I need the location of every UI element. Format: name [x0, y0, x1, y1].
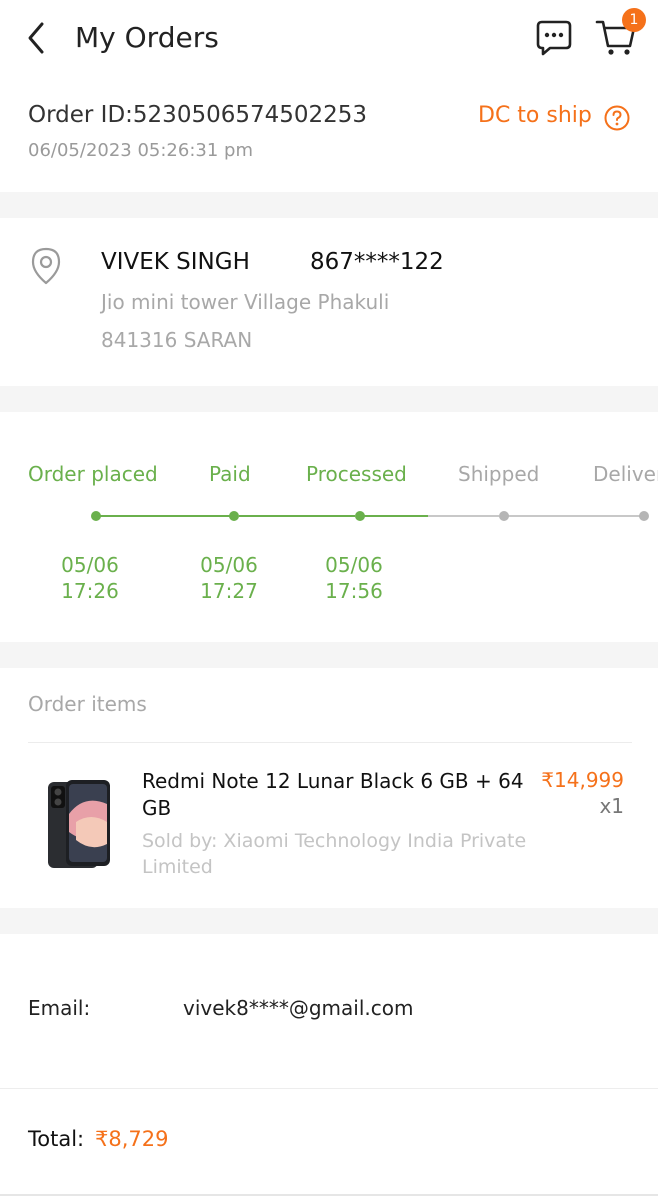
- section-gap: [0, 908, 658, 934]
- product-thumbnail[interactable]: [36, 774, 120, 874]
- step-time-processed: 05/06 17:56: [314, 552, 394, 604]
- step-date: 05/06: [200, 553, 258, 577]
- product-name[interactable]: Redmi Note 12 Lunar Black 6 GB + 64 GB: [142, 768, 542, 822]
- divider: [0, 1194, 658, 1196]
- recipient-phone: 867****122: [310, 249, 444, 275]
- order-progress-tracker: Order placed 05/06 17:26 Paid 05/06 17:2…: [0, 412, 658, 642]
- cart-count-badge: 1: [622, 8, 646, 32]
- step-label-processed: Processed: [306, 462, 407, 486]
- section-gap: [0, 642, 658, 668]
- step-dot-processed: [355, 511, 365, 521]
- progress-line-done: [239, 515, 355, 517]
- step-label-delivered: Delivered: [593, 462, 658, 486]
- step-clock: 17:56: [325, 579, 383, 603]
- section-gap: [0, 386, 658, 412]
- order-info: Order ID:5230506574502253 06/05/2023 05:…: [0, 90, 658, 192]
- chat-bubble-icon: [536, 20, 572, 56]
- total-label: Total:: [28, 1127, 85, 1151]
- progress-line-done: [100, 515, 230, 517]
- status-help-button[interactable]: [604, 105, 630, 131]
- contact-info: Email: vivek8****@gmail.com: [0, 934, 658, 1084]
- step-clock: 17:27: [200, 579, 258, 603]
- email-label: Email:: [28, 996, 91, 1020]
- product-price: ₹14,999: [541, 768, 624, 792]
- step-dot-shipped: [499, 511, 509, 521]
- address-line-2: 841316 SARAN: [101, 328, 253, 352]
- step-date: 05/06: [325, 553, 383, 577]
- progress-line-done: [364, 515, 428, 517]
- product-seller: Sold by: Xiaomi Technology India Private…: [142, 830, 527, 878]
- recipient-name: VIVEK SINGH: [101, 249, 250, 275]
- step-time-order-placed: 05/06 17:26: [50, 552, 130, 604]
- chat-button[interactable]: [534, 18, 574, 58]
- order-id: Order ID:5230506574502253: [28, 102, 368, 128]
- step-date: 05/06: [61, 553, 119, 577]
- cart-button[interactable]: 1: [594, 8, 646, 60]
- step-label-paid: Paid: [209, 462, 251, 486]
- progress-line-pending: [508, 515, 640, 517]
- chevron-left-icon: [28, 22, 44, 54]
- product-quantity: x1: [599, 794, 624, 818]
- top-bar: My Orders 1: [0, 0, 658, 78]
- total-value: ₹8,729: [95, 1127, 169, 1151]
- step-label-shipped: Shipped: [458, 462, 540, 486]
- order-date: 06/05/2023 05:26:31 pm: [28, 140, 253, 161]
- step-label-order-placed: Order placed: [28, 462, 158, 486]
- order-total: Total: ₹8,729: [0, 1088, 658, 1200]
- order-items: Order items Redmi Note 12 Lunar Black 6 …: [0, 668, 658, 908]
- step-dot-paid: [229, 511, 239, 521]
- order-items-title: Order items: [28, 692, 147, 716]
- section-gap: [0, 192, 658, 218]
- back-button[interactable]: [22, 18, 52, 58]
- question-circle-icon: [604, 105, 630, 131]
- divider: [28, 742, 632, 743]
- step-clock: 17:26: [61, 579, 119, 603]
- address-line-1: Jio mini tower Village Phakuli: [101, 290, 390, 314]
- order-status: DC to ship: [478, 103, 592, 128]
- step-dot-order-placed: [91, 511, 101, 521]
- step-time-paid: 05/06 17:27: [189, 552, 269, 604]
- location-pin-icon: [28, 246, 64, 286]
- step-dot-delivered: [639, 511, 649, 521]
- email-value: vivek8****@gmail.com: [183, 996, 414, 1020]
- progress-line-pending: [428, 515, 499, 517]
- page-title: My Orders: [75, 21, 219, 54]
- shipping-address: VIVEK SINGH 867****122 Jio mini tower Vi…: [0, 218, 658, 386]
